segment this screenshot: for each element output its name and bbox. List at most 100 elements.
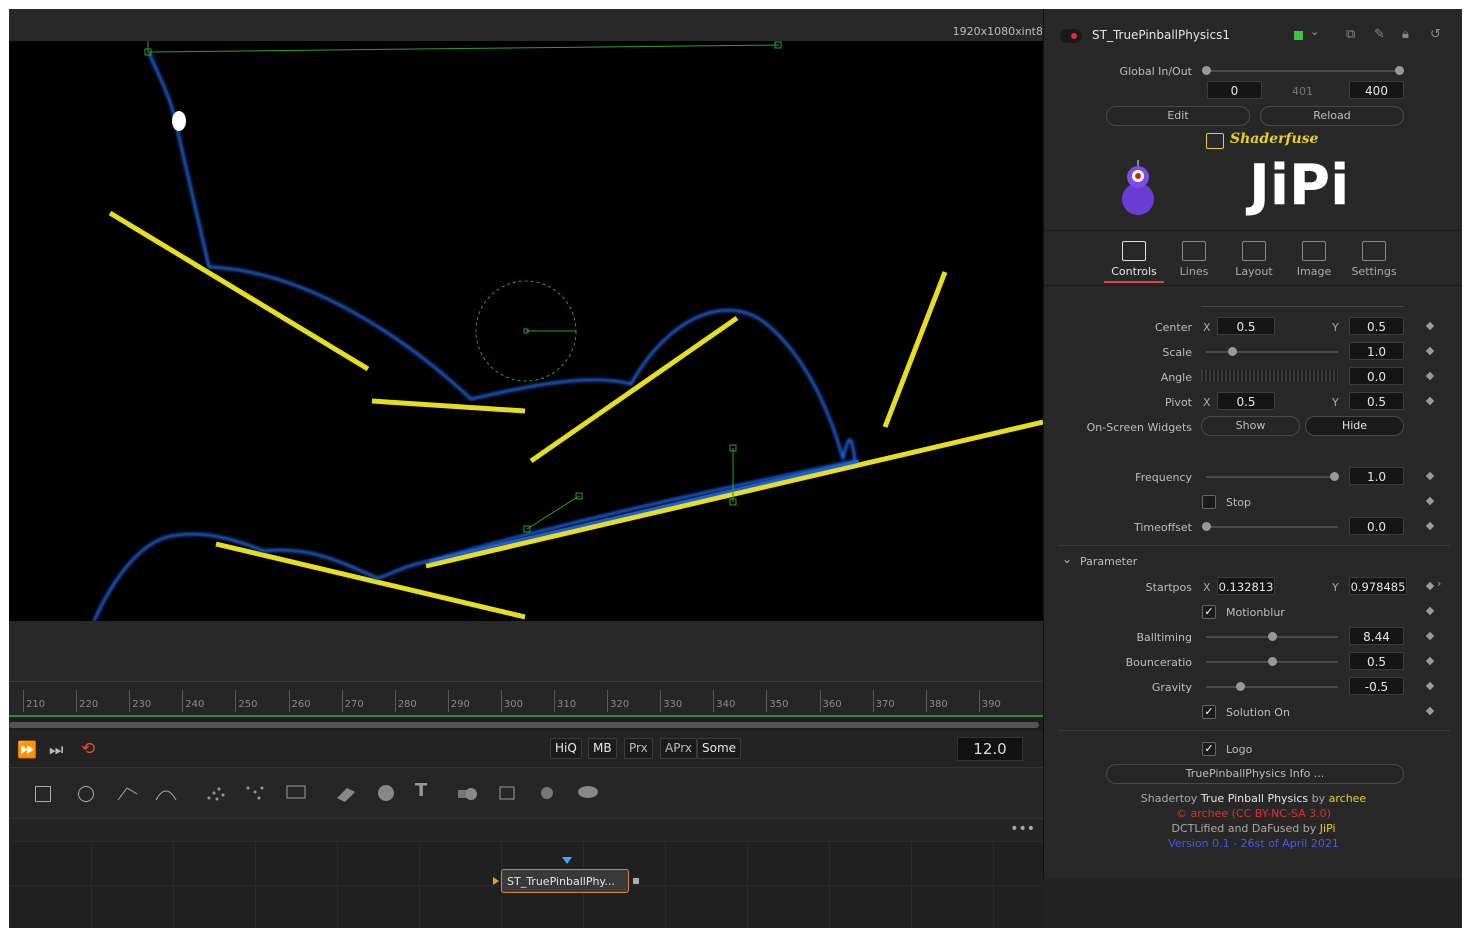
global-in-knob[interactable] bbox=[1202, 66, 1211, 75]
startpos-x-field[interactable]: 0.132813 bbox=[1217, 577, 1275, 595]
balltiming-slider[interactable] bbox=[1206, 632, 1338, 641]
pin-icon[interactable]: ✎ bbox=[1374, 27, 1385, 42]
text-3d-icon[interactable]: T bbox=[415, 780, 441, 806]
particle-render-icon[interactable] bbox=[243, 780, 269, 806]
chevron-down-icon[interactable]: ⌄ bbox=[1062, 552, 1072, 566]
center-x-field[interactable]: 0.5 bbox=[1217, 317, 1275, 335]
shaderfuse-node[interactable]: ST_TruePinballPhy... bbox=[501, 869, 629, 893]
chevron-down-icon[interactable]: ⌄ bbox=[1310, 25, 1319, 38]
global-out-field[interactable]: 400 bbox=[1349, 81, 1404, 99]
loop-icon[interactable]: ⟲ bbox=[81, 739, 95, 759]
ball[interactable] bbox=[172, 111, 186, 131]
reload-button[interactable]: Reload bbox=[1260, 106, 1404, 126]
image-plane-3d-icon[interactable] bbox=[333, 780, 359, 806]
global-in-field[interactable]: 0 bbox=[1207, 81, 1262, 99]
spotlight-3d-icon[interactable] bbox=[535, 780, 561, 806]
particle-emitter-icon[interactable] bbox=[203, 780, 229, 806]
timeoffset-keyframe-icon[interactable] bbox=[1425, 521, 1435, 531]
balltiming-keyframe-icon[interactable] bbox=[1425, 631, 1435, 641]
solution-checkbox[interactable]: ✓ bbox=[1202, 705, 1216, 719]
rectangle-mask-icon[interactable] bbox=[35, 786, 51, 802]
gravity-knob[interactable] bbox=[1236, 682, 1246, 691]
startpos-keyframe-icon[interactable] bbox=[1425, 581, 1435, 591]
tab-controls[interactable]: Controls bbox=[1104, 241, 1164, 278]
shape-3d-icon[interactable] bbox=[373, 780, 399, 806]
fast-forward-icon[interactable]: ⏩ bbox=[17, 740, 37, 759]
center-keyframe-icon[interactable] bbox=[1425, 321, 1435, 331]
logo-checkbox[interactable]: ✓ bbox=[1202, 742, 1216, 756]
motionblur-checkbox[interactable]: ✓ bbox=[1202, 605, 1216, 619]
global-out-knob[interactable] bbox=[1395, 66, 1404, 75]
tab-lines[interactable]: Lines bbox=[1164, 241, 1224, 278]
motionblur-keyframe-icon[interactable] bbox=[1425, 606, 1435, 616]
frequency-slider[interactable] bbox=[1206, 472, 1340, 481]
timeline-ruler[interactable]: 210 220 230 240 250 260 270 280 290 300 310 320 330 3… bbox=[9, 681, 1043, 718]
frequency-knob[interactable] bbox=[1330, 472, 1340, 481]
timeline-scrollbar[interactable] bbox=[9, 722, 1039, 728]
hide-widgets-button[interactable]: Hide bbox=[1305, 416, 1404, 436]
timeoffset-knob[interactable] bbox=[1202, 522, 1211, 531]
toggle-mb[interactable]: MB bbox=[588, 738, 617, 759]
pivot-x-field[interactable]: 0.5 bbox=[1217, 392, 1275, 410]
chevron-right-icon[interactable]: › bbox=[1437, 577, 1441, 590]
bounceratio-slider[interactable] bbox=[1206, 657, 1338, 666]
toggle-aprx[interactable]: APrx bbox=[660, 738, 697, 759]
timeoffset-slider[interactable] bbox=[1202, 522, 1338, 531]
gravity-keyframe-icon[interactable] bbox=[1425, 681, 1435, 691]
scale-field[interactable]: 1.0 bbox=[1349, 342, 1404, 360]
stop-checkbox[interactable] bbox=[1202, 495, 1216, 509]
node-input-arrow-icon[interactable] bbox=[493, 877, 499, 885]
next-frame-icon[interactable]: ⏭ bbox=[49, 740, 63, 760]
angle-keyframe-icon[interactable] bbox=[1425, 371, 1435, 381]
solution-keyframe-icon[interactable] bbox=[1425, 706, 1435, 716]
credit-author-link[interactable]: archee bbox=[1329, 792, 1367, 805]
global-inout-slider[interactable] bbox=[1202, 66, 1404, 75]
color-tag-icon[interactable] bbox=[1294, 31, 1303, 40]
merge-3d-icon[interactable] bbox=[455, 780, 481, 806]
credit-jipi-link[interactable]: JiPi bbox=[1320, 822, 1336, 835]
more-options-icon[interactable]: ••• bbox=[1010, 821, 1035, 837]
ellipse-mask-icon[interactable] bbox=[78, 786, 94, 802]
toggle-hiq[interactable]: HiQ bbox=[550, 738, 582, 759]
info-button[interactable]: TruePinballPhysics Info ... bbox=[1106, 764, 1404, 784]
particle-style-icon[interactable] bbox=[283, 780, 309, 806]
node-editor[interactable]: ST_TruePinballPhy... bbox=[9, 841, 1043, 928]
credit-version[interactable]: Version 0.1 - 26st of April 2021 bbox=[1044, 837, 1462, 850]
reset-icon[interactable]: ↺ bbox=[1430, 27, 1441, 42]
scale-knob[interactable] bbox=[1228, 347, 1238, 356]
node-input-triangle-icon[interactable] bbox=[562, 857, 572, 864]
balltiming-knob[interactable] bbox=[1268, 632, 1277, 641]
viewer-canvas[interactable] bbox=[9, 33, 1044, 622]
stop-keyframe-icon[interactable] bbox=[1425, 496, 1435, 506]
parameter-section-header[interactable]: Parameter bbox=[1080, 555, 1137, 568]
pivot-y-field[interactable]: 0.5 bbox=[1349, 392, 1404, 410]
tab-settings[interactable]: Settings bbox=[1344, 241, 1404, 278]
toggle-some[interactable]: Some bbox=[697, 738, 742, 759]
edit-button[interactable]: Edit bbox=[1106, 106, 1250, 126]
lock-icon[interactable]: 🔒︎ bbox=[1402, 27, 1409, 42]
angle-field[interactable]: 0.0 bbox=[1349, 367, 1404, 385]
startpos-y-field[interactable]: 0.978485 bbox=[1349, 577, 1407, 595]
scale-keyframe-icon[interactable] bbox=[1425, 346, 1435, 356]
bounceratio-keyframe-icon[interactable] bbox=[1425, 656, 1435, 666]
show-widgets-button[interactable]: Show bbox=[1201, 416, 1300, 436]
bounceratio-field[interactable]: 0.5 bbox=[1349, 652, 1404, 670]
bspline-mask-icon[interactable] bbox=[153, 780, 179, 806]
bounceratio-knob[interactable] bbox=[1268, 657, 1277, 666]
timeoffset-field[interactable]: 0.0 bbox=[1349, 517, 1404, 535]
angle-thumbwheel[interactable] bbox=[1201, 369, 1338, 382]
gravity-field[interactable]: -0.5 bbox=[1349, 677, 1404, 695]
frequency-field[interactable]: 1.0 bbox=[1349, 467, 1404, 485]
center-y-field[interactable]: 0.5 bbox=[1349, 317, 1404, 335]
timecode-display[interactable]: 12.0 bbox=[957, 737, 1023, 761]
toggle-prx[interactable]: Prx bbox=[624, 738, 653, 759]
renderer-3d-icon[interactable] bbox=[575, 780, 601, 806]
gravity-slider[interactable] bbox=[1206, 682, 1338, 691]
tab-image[interactable]: Image bbox=[1284, 241, 1344, 278]
camera-3d-icon[interactable] bbox=[495, 780, 521, 806]
balltiming-field[interactable]: 8.44 bbox=[1349, 627, 1404, 645]
node-output-port[interactable] bbox=[633, 878, 639, 884]
credit-license[interactable]: © archee (CC BY-NC-SA 3.0) bbox=[1044, 807, 1462, 820]
pivot-keyframe-icon[interactable] bbox=[1425, 396, 1435, 406]
polygon-mask-icon[interactable] bbox=[115, 780, 141, 806]
